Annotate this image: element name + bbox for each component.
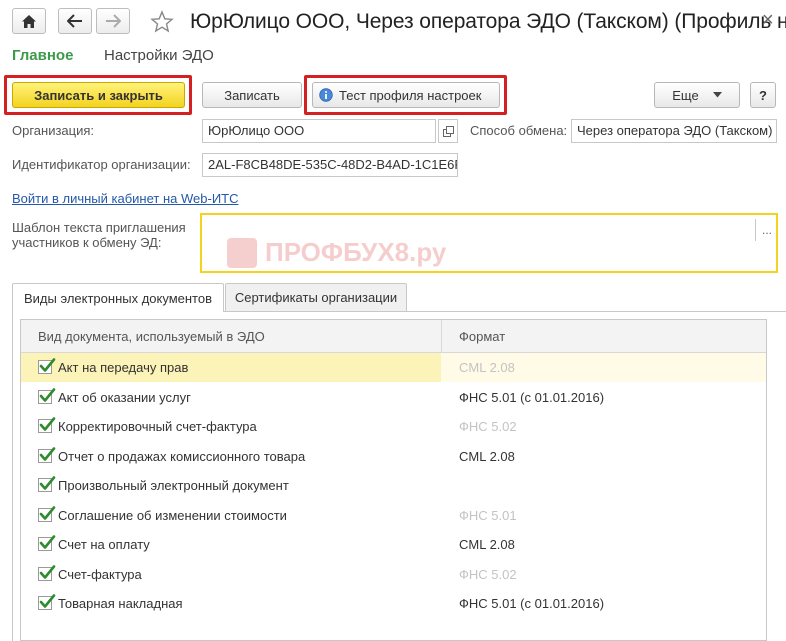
template-scroll-divider [755,219,756,241]
checkmark-icon [39,564,56,579]
template-choose-button[interactable]: ... [762,223,772,237]
document-types-table: Вид документа, используемый в ЭДО Формат… [20,319,767,641]
checkmark-icon [39,387,56,402]
row-checkbox[interactable] [38,417,56,433]
chevron-down-icon [712,92,722,98]
favorite-button[interactable] [150,10,174,34]
open-link-icon [442,125,454,137]
tab-certificates[interactable]: Сертификаты организации [225,283,407,311]
document-type-name: Счет на оплату [58,537,150,552]
column-header-format[interactable]: Формат [459,329,505,344]
watermark-badge [227,237,257,268]
save-and-close-button[interactable]: Записать и закрыть [12,82,185,108]
checkmark-icon [39,358,56,372]
row-checkbox[interactable] [38,476,56,492]
more-label: Еще [672,87,699,103]
document-type-name: Произвольный электронный документ [58,478,289,493]
more-menu-button[interactable]: Еще [654,82,740,108]
web-its-link[interactable]: Войти в личный кабинет на Web-ИТС [12,191,239,206]
tab-main[interactable]: Главное [12,46,73,66]
checkmark-icon [39,594,56,608]
tab-panel-left-border [12,311,13,641]
table-row[interactable]: Акт на передачу прав CML 2.08 [21,353,766,382]
document-type-name: Соглашение об изменении стоимости [58,507,287,523]
test-profile-label: Тест профиля настроек [339,87,482,103]
watermark-logo: ПРОФБУХ8.ру [227,237,446,268]
row-checkbox[interactable] [38,358,56,374]
tab-panel-border [224,311,786,312]
test-profile-button[interactable]: Тест профиля настроек [312,82,500,108]
home-button[interactable] [12,8,46,34]
save-button[interactable]: Записать [202,82,302,108]
table-row[interactable]: Соглашение об изменении стоимости ФНС 5.0… [21,501,766,530]
org-identifier-field[interactable]: 2AL-F8CB48DE-535C-48D2-B4AD-1C1E6F [202,153,458,177]
checkmark-icon [39,505,56,520]
format-cell[interactable] [441,471,766,500]
table-row[interactable]: Отчет о продажах комиссионного товара CML… [21,442,766,471]
document-type-name: Акт об оказании услуг [58,389,191,405]
watermark-text: ПРОФБУХ8.ру [265,237,447,267]
invitation-template-label-line1: Шаблон текста приглашения [12,220,186,235]
arrow-right-icon [106,14,121,28]
tab-document-types[interactable]: Виды электронных документов [12,283,224,312]
column-separator [441,320,442,353]
organization-field[interactable]: ЮрЮлицо ООО [202,119,436,143]
document-type-name: Товарная накладная [58,596,183,611]
table-header: Вид документа, используемый в ЭДО Формат [21,320,766,353]
document-format: ФНС 5.01 (с 01.01.2016) [459,389,605,405]
document-type-name: Корректировочный счет-фактура [58,419,257,434]
exchange-method-label: Способ обмена: [470,123,568,138]
checkmark-icon [39,417,56,431]
document-format: CML 2.08 [459,537,515,552]
close-icon[interactable]: × [762,8,774,32]
invitation-template-label-line2: участников к обмену ЭД: [12,235,162,250]
forward-button[interactable] [96,8,130,34]
org-identifier-label: Идентификатор организации: [12,157,191,172]
document-format: ФНС 5.01 (с 01.01.2016) [459,596,605,611]
window-title: ЮрЮлицо ООО, Через оператора ЭДО (Такско… [190,10,786,33]
checkmark-icon [39,446,56,461]
document-format: ФНС 5.02 [459,419,517,434]
tab-edo-settings[interactable]: Настройки ЭДО [104,46,214,66]
table-row[interactable]: Товарная накладная ФНС 5.01 (с 01.01.2016… [21,589,766,618]
star-icon [150,10,174,33]
table-row[interactable]: Счет-фактура ФНС 5.02 [21,560,766,589]
row-checkbox[interactable] [38,446,56,463]
column-header-doc-type[interactable]: Вид документа, используемый в ЭДО [38,329,265,344]
document-format: ФНС 5.02 [459,566,517,582]
document-format: ФНС 5.01 [459,507,517,523]
row-checkbox[interactable] [38,505,56,522]
row-checkbox[interactable] [38,594,56,610]
row-checkbox[interactable] [38,564,56,581]
checkmark-icon [39,476,56,490]
checkmark-icon [39,535,56,549]
home-icon [22,14,36,28]
document-type-name: Акт на передачу прав [58,360,189,375]
document-type-name: Счет-фактура [58,566,142,582]
row-checkbox[interactable] [38,387,56,404]
help-button[interactable]: ? [750,82,776,108]
table-row[interactable]: Корректировочный счет-фактура ФНС 5.02 [21,412,766,441]
exchange-method-field[interactable]: Через оператора ЭДО (Такском) [571,119,777,143]
row-checkbox[interactable] [38,535,56,551]
open-organization-button[interactable] [438,119,458,143]
table-row[interactable]: Счет на оплату CML 2.08 [21,530,766,559]
info-icon [319,88,333,102]
table-row[interactable]: Акт об оказании услуг ФНС 5.01 (с 01.01.2… [21,383,766,412]
arrow-left-icon [67,14,82,28]
document-format: CML 2.08 [459,360,515,375]
document-type-name: Отчет о продажах комиссионного товара [58,448,306,464]
document-format: CML 2.08 [459,448,515,464]
organization-label: Организация: [12,123,95,138]
table-row[interactable]: Произвольный электронный документ [21,471,766,500]
back-button[interactable] [58,8,92,34]
